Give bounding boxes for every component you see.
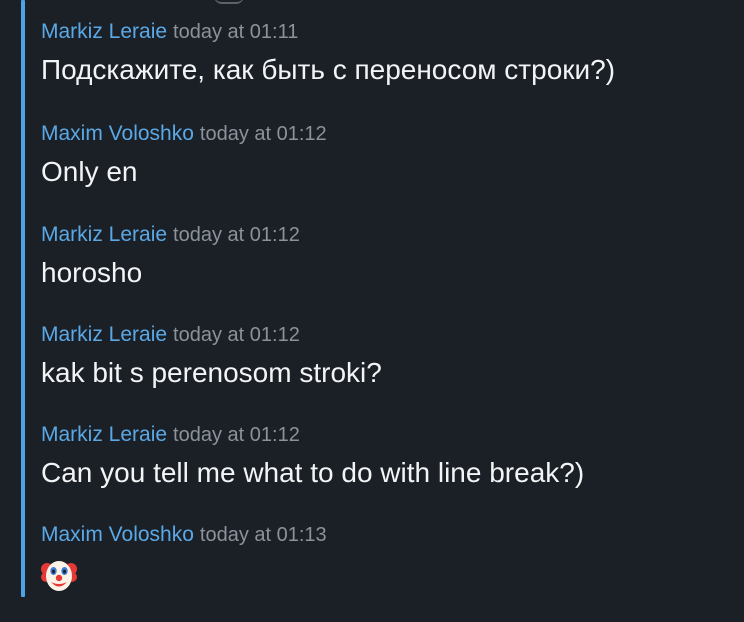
message-meta: Markiz Leraie today at 01:12: [41, 421, 741, 449]
message-timestamp: today at 01:12: [199, 123, 327, 145]
clown-face-emoji: [41, 555, 77, 593]
message-author[interactable]: Maxim Voloshko: [41, 523, 194, 546]
thread-quote-bar: [21, 0, 25, 597]
message-item: Maxim Voloshko today at 01:12 Only en: [41, 120, 741, 192]
message-item: Markiz Leraie today at 01:12 horosho: [41, 221, 741, 293]
message-meta: Maxim Voloshko today at 01:12: [41, 120, 741, 148]
message-author[interactable]: Markiz Leraie: [41, 323, 167, 346]
message-timestamp: today at 01:12: [173, 224, 300, 246]
message-author[interactable]: Maxim Voloshko: [41, 122, 194, 145]
message-item: Markiz Leraie today at 01:11 Подскажите, …: [41, 18, 741, 90]
message-item: Markiz Leraie today at 01:12 kak bit s pe…: [41, 321, 741, 393]
message-timestamp: today at 01:12: [173, 324, 300, 346]
message-timestamp: today at 01:12: [173, 424, 300, 446]
message-author[interactable]: Markiz Leraie: [41, 20, 167, 43]
message-item: Markiz Leraie today at 01:12 Can you tell…: [41, 421, 741, 493]
message-meta: Markiz Leraie today at 01:11: [41, 18, 741, 46]
message-meta: Markiz Leraie today at 01:12: [41, 321, 741, 349]
message-author[interactable]: Markiz Leraie: [41, 223, 167, 246]
message-author[interactable]: Markiz Leraie: [41, 423, 167, 446]
message-text: Can you tell me what to do with line bre…: [41, 457, 585, 488]
message-text: horosho: [41, 257, 143, 288]
previous-message-edge: [214, 0, 244, 4]
message-meta: Maxim Voloshko today at 01:13: [41, 521, 741, 549]
message-text: Подскажите, как быть с переносом строки?…: [41, 54, 616, 85]
message-text: kak bit s perenosom stroki?: [41, 357, 382, 388]
message-timestamp: today at 01:11: [173, 21, 299, 43]
message-meta: Markiz Leraie today at 01:12: [41, 221, 741, 249]
message-item: Maxim Voloshko today at 01:13: [41, 521, 741, 593]
message-text: Only en: [41, 156, 138, 187]
message-timestamp: today at 01:13: [199, 524, 327, 546]
